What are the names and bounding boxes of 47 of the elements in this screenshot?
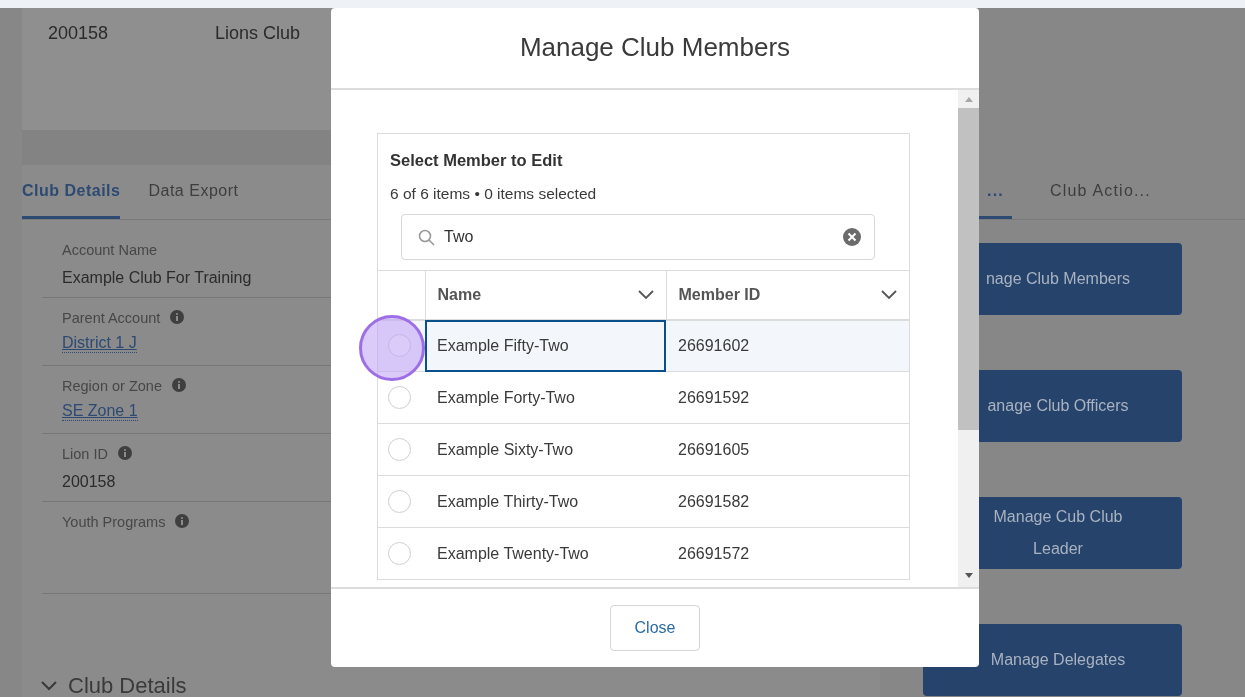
table-cell: Example Thirty-Two: [425, 475, 666, 528]
field-value: Example Club For Training: [62, 268, 252, 288]
field-link[interactable]: District 1 J: [62, 334, 137, 353]
table-cell: 26691592: [666, 371, 909, 424]
table-cell: Example Twenty-Two: [425, 527, 666, 580]
item-count: 6 of 6 items • 0 items selected: [389, 183, 598, 204]
info-icon[interactable]: [117, 446, 132, 460]
scrollbar-thumb[interactable]: [958, 108, 979, 430]
table-cell: 26691605: [666, 423, 909, 476]
info-icon[interactable]: [175, 514, 190, 528]
search-icon: [418, 229, 435, 246]
radio-button[interactable]: [388, 542, 411, 565]
tab[interactable]: Club Actio...: [1041, 165, 1159, 219]
radio-button[interactable]: [388, 490, 411, 513]
field-label: Lion ID: [62, 445, 108, 464]
close-button[interactable]: Close: [609, 605, 701, 651]
field-value: 200158: [48, 22, 110, 45]
field-label: Parent Account: [62, 309, 161, 328]
tab[interactable]: Club Details: [22, 165, 121, 219]
scroll-down-icon[interactable]: [963, 571, 974, 579]
field-label: Account Name: [62, 241, 158, 260]
scrollbar[interactable]: [958, 90, 979, 587]
radio-button[interactable]: [388, 386, 411, 409]
field-link[interactable]: SE Zone 1: [62, 402, 138, 421]
field-value: 200158: [62, 472, 116, 492]
field-label: Youth Programs: [62, 513, 166, 532]
table-cell: Example Forty-Two: [425, 371, 666, 424]
table-cell: Example Sixty-Two: [425, 423, 666, 476]
modal-title: Manage Club Members: [519, 32, 791, 64]
list-title: Select Member to Edit: [389, 150, 564, 171]
clear-icon[interactable]: [843, 228, 861, 246]
table-cell: Example Fifty-Two: [425, 319, 666, 372]
field-label: Region or Zone: [62, 377, 162, 396]
info-icon[interactable]: [171, 378, 186, 392]
table-cell: 26691582: [666, 475, 909, 528]
field-value: Lions Club: [215, 22, 302, 45]
scroll-up-icon[interactable]: [963, 96, 974, 104]
tab[interactable]: Data Export: [148, 165, 239, 219]
column-header[interactable]: Member ID: [666, 270, 909, 320]
search-field[interactable]: Two: [401, 214, 875, 260]
table-cell: 26691572: [666, 527, 909, 580]
section-title[interactable]: Club Details: [68, 675, 187, 697]
chevron-down-icon[interactable]: [637, 289, 654, 300]
table-cell: 26691602: [666, 319, 909, 372]
info-icon[interactable]: [170, 310, 185, 324]
chevron-down-icon[interactable]: [881, 289, 897, 300]
radio-button[interactable]: [388, 438, 411, 461]
